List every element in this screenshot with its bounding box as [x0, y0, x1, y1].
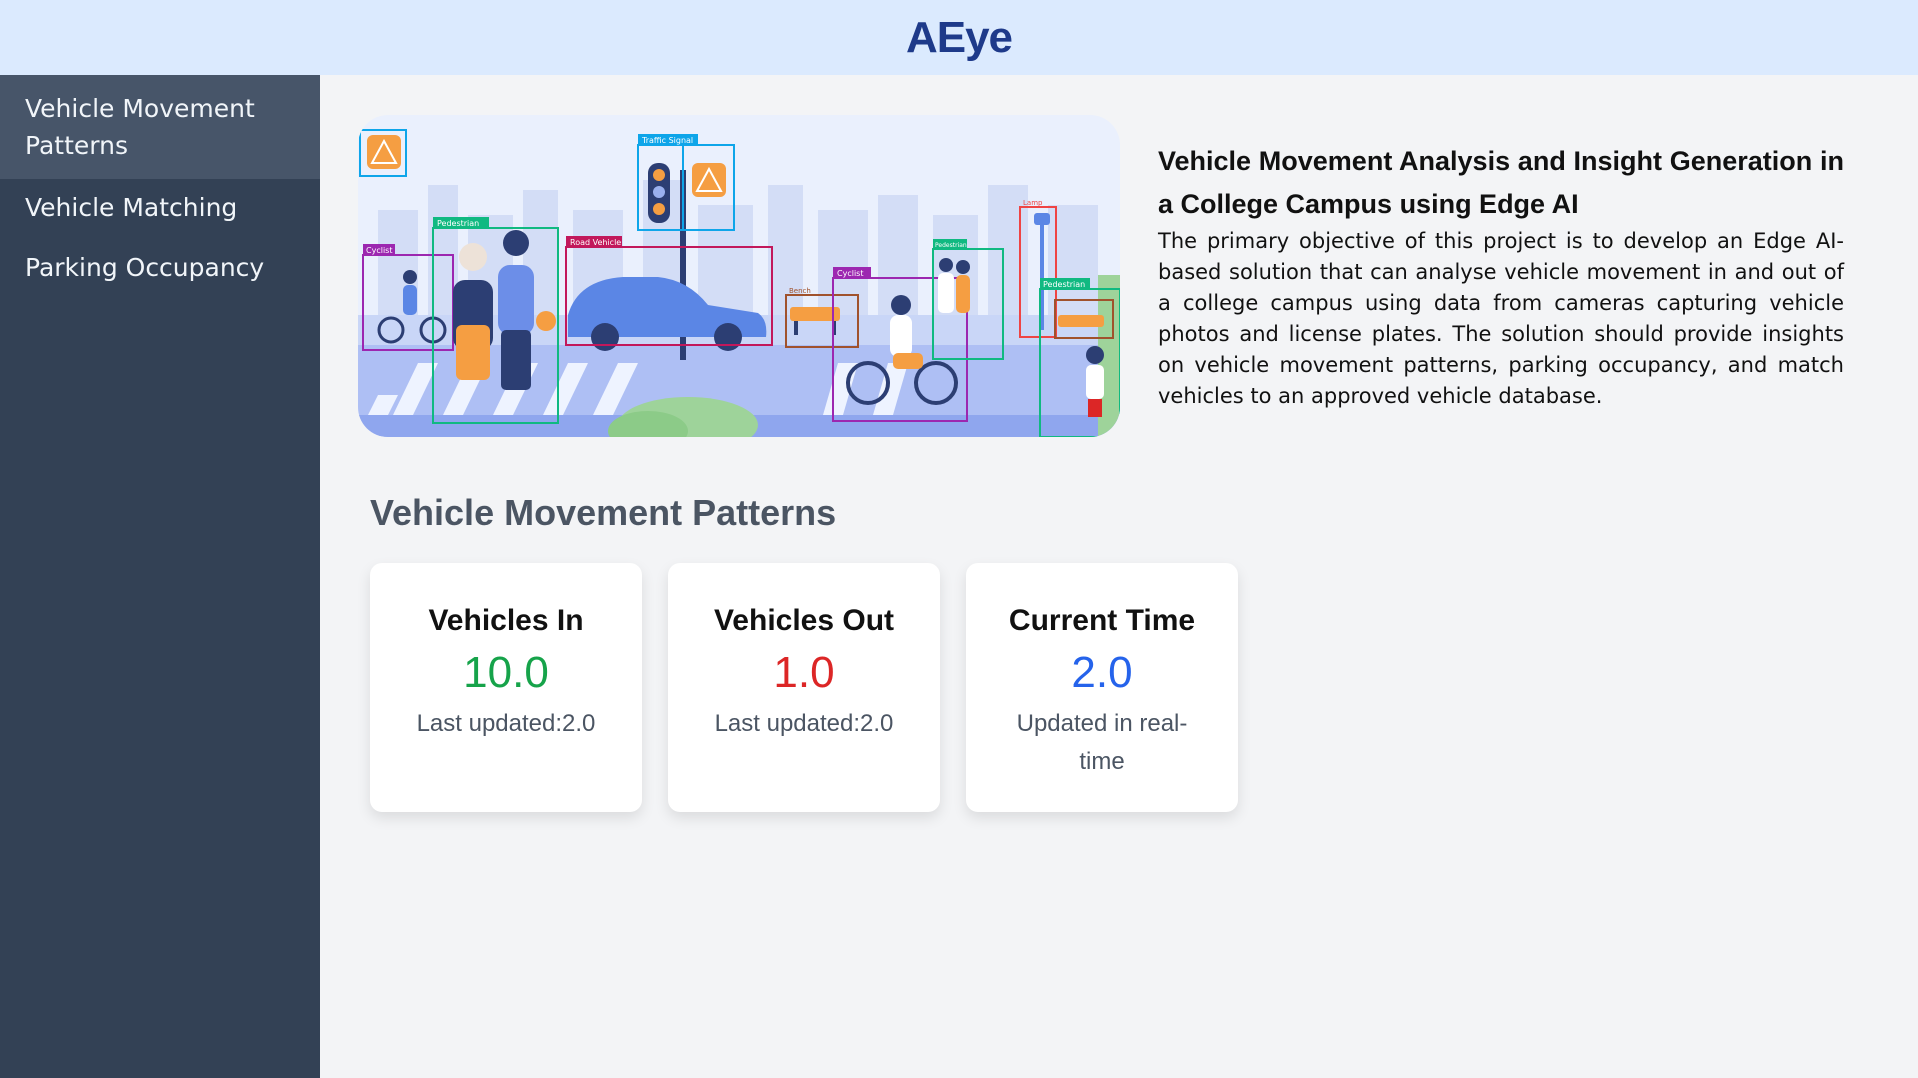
sidebar: Vehicle Movement Patterns Vehicle Matchi…	[0, 75, 320, 1078]
card-value: 1.0	[773, 648, 835, 697]
street-scene-image: Traffic Signal Road Vehicle Cyclist Pede…	[358, 115, 1120, 437]
label-pedestrian-1: Pedestrian	[437, 219, 479, 228]
label-cyclist-1: Cyclist	[366, 246, 392, 255]
label-cyclist-2: Cyclist	[837, 269, 863, 278]
app-title: AEye	[905, 12, 1013, 62]
card-value: 10.0	[463, 648, 549, 697]
label-pedestrian-3: Pedestrian	[1043, 280, 1085, 289]
card-title: Vehicles Out	[713, 604, 895, 637]
label-bench-1: Bench	[789, 287, 811, 295]
sidebar-item-vehicle-matching[interactable]: Vehicle Matching	[0, 179, 320, 239]
project-intro: Vehicle Movement Analysis and Insight Ge…	[1158, 140, 1844, 412]
card-title: Vehicles In	[428, 604, 584, 637]
card-subtext: Last updated:2.0	[714, 710, 894, 737]
vehicles-in-card: Vehicles In 10.0 Last updated:2.0	[370, 563, 642, 812]
sidebar-item-vehicle-movement-patterns[interactable]: Vehicle Movement Patterns	[0, 75, 320, 179]
hero-illustration: Traffic Signal Road Vehicle Cyclist Pede…	[358, 115, 1120, 437]
label-road-vehicle: Road Vehicle	[570, 238, 621, 247]
card-value: 2.0	[1071, 648, 1133, 697]
vehicles-out-card: Vehicles Out 1.0 Last updated:2.0	[668, 563, 940, 812]
top-bar: AEye	[0, 0, 1918, 75]
main-content: Traffic Signal Road Vehicle Cyclist Pede…	[320, 75, 1918, 1078]
section-title: Vehicle Movement Patterns	[370, 492, 837, 533]
project-description: The primary objective of this project is…	[1158, 229, 1844, 408]
card-subtext: Last updated:2.0	[416, 710, 596, 737]
current-time-card: Current Time 2.0 Updated in real-time	[966, 563, 1238, 812]
label-traffic-signal: Traffic Signal	[641, 136, 693, 145]
card-subtext: Updated in real-time	[1016, 710, 1188, 775]
label-pedestrian-2: Pedestrian	[935, 242, 967, 249]
stat-cards: Vehicles In 10.0 Last updated:2.0 Vehicl…	[370, 563, 1238, 812]
sidebar-item-parking-occupancy[interactable]: Parking Occupancy	[0, 239, 320, 299]
label-lamp: Lamp	[1023, 199, 1043, 207]
project-title: Vehicle Movement Analysis and Insight Ge…	[1158, 146, 1844, 219]
card-title: Current Time	[1008, 604, 1196, 637]
